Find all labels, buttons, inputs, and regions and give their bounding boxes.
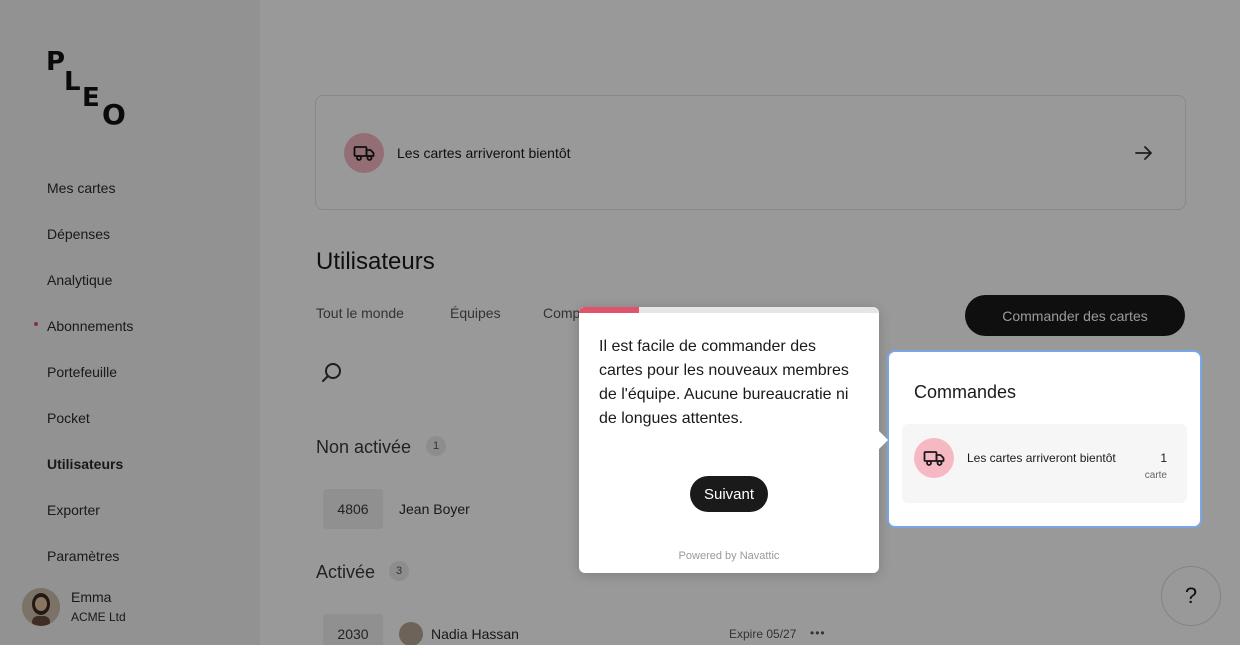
tour-progress-bar: [579, 307, 879, 313]
tour-progress-fill: [579, 307, 639, 313]
orders-title: Commandes: [914, 382, 1017, 402]
orders-unit: carte: [1144, 470, 1167, 481]
truck-icon: [914, 438, 954, 478]
next-button[interactable]: Suivant: [690, 476, 768, 512]
orders-row[interactable]: Les cartes arriveront bientôt 1 carte: [902, 424, 1187, 503]
orders-count: 1: [1160, 451, 1167, 465]
orders-card: Commandes Les cartes arriveront bientôt …: [887, 350, 1202, 528]
tour-message: Il est facile de commander des cartes po…: [599, 338, 849, 427]
orders-row-text: Les cartes arriveront bientôt: [967, 451, 1116, 465]
tour-popover: Il est facile de commander des cartes po…: [579, 307, 888, 573]
powered-by-link[interactable]: Powered by Navattic: [579, 550, 879, 562]
